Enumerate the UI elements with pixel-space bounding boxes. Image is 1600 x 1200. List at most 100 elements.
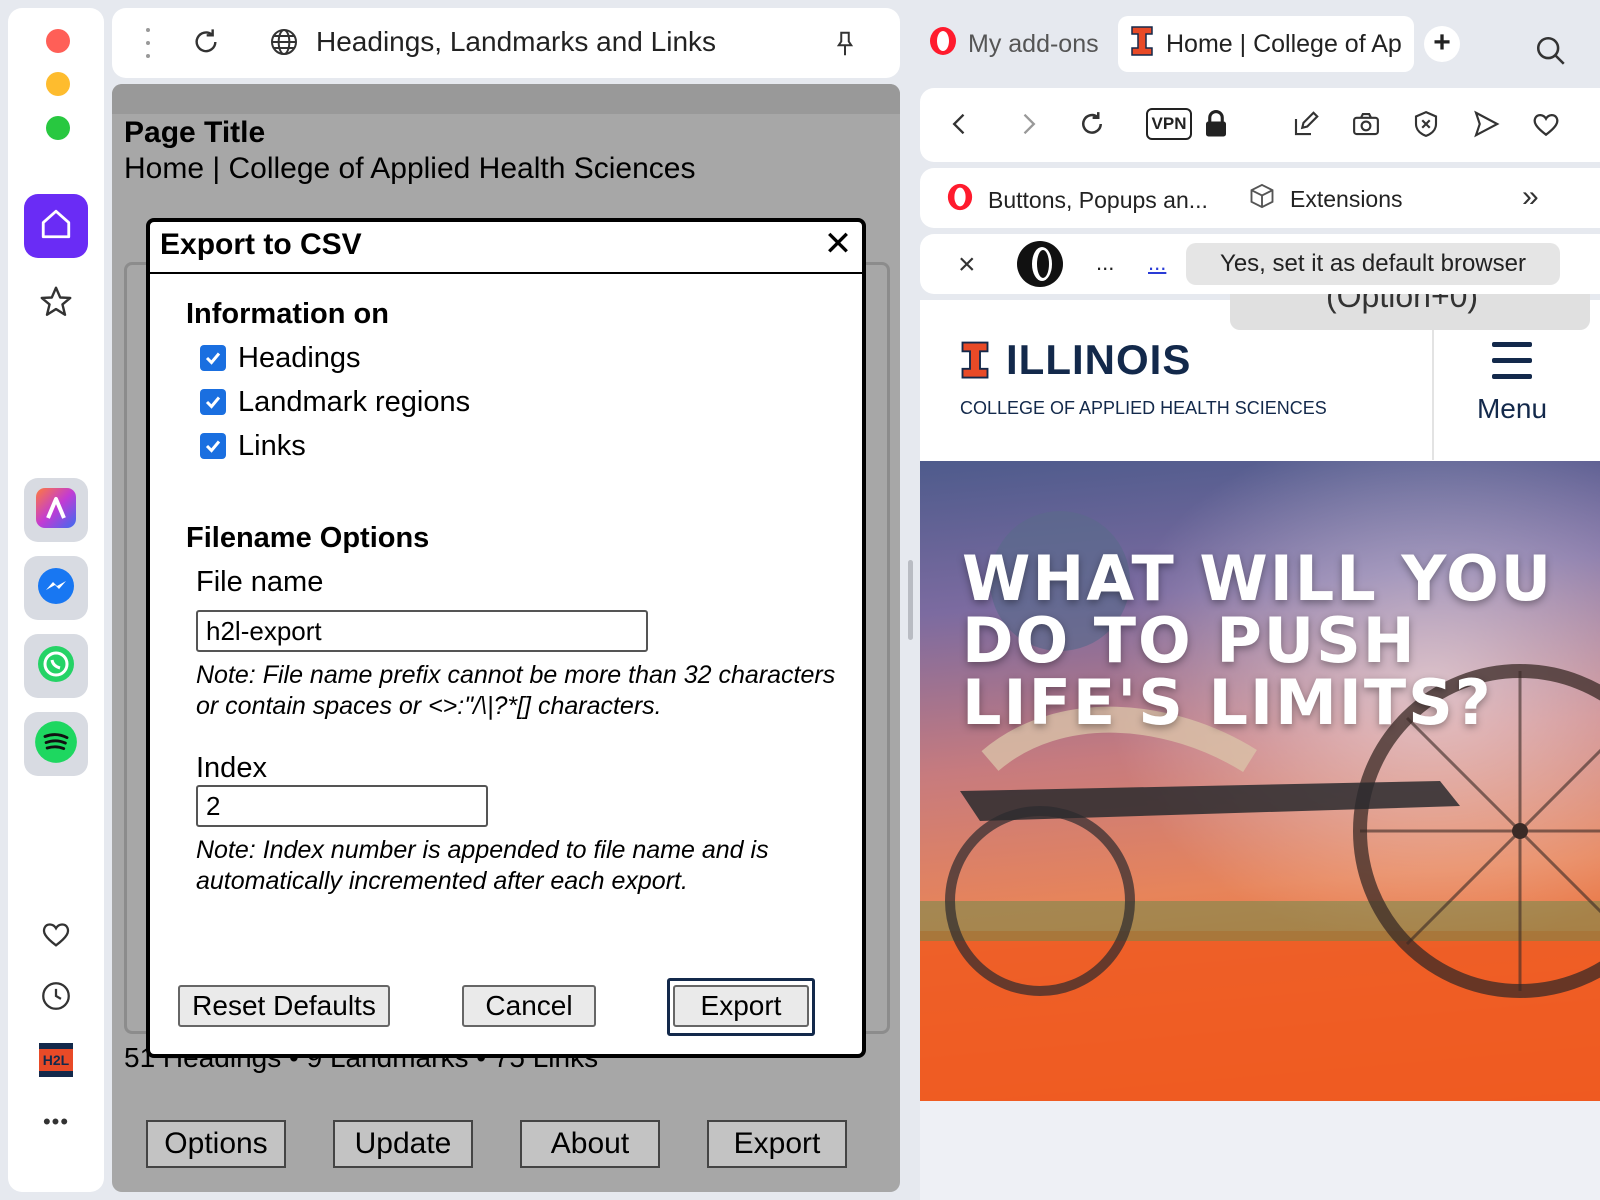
college-name[interactable]: COLLEGE OF APPLIED HEALTH SCIENCES xyxy=(960,398,1327,419)
forward-icon[interactable] xyxy=(1008,104,1048,144)
opera-o-icon xyxy=(1016,240,1064,293)
dialog-title-divider xyxy=(150,272,862,274)
checkbox-links-row[interactable]: Links xyxy=(200,428,306,464)
infobar-close-button[interactable]: × xyxy=(958,248,976,282)
reset-defaults-button[interactable]: Reset Defaults xyxy=(178,985,390,1027)
back-icon[interactable] xyxy=(940,104,980,144)
sidebar-item-home[interactable] xyxy=(24,194,88,258)
opera-logo-icon xyxy=(928,26,958,63)
panel-title: Headings, Landmarks and Links xyxy=(316,26,717,57)
messenger-icon xyxy=(36,566,76,611)
sidebar-item-messenger[interactable] xyxy=(24,556,88,620)
options-button[interactable]: Options xyxy=(146,1120,286,1168)
split-view-resize-handle[interactable] xyxy=(908,560,913,640)
hero-line-3: LIFE'S LIMITS? xyxy=(962,666,1493,739)
sidebar-item-spotify[interactable] xyxy=(24,712,88,776)
more-icon[interactable]: ••• xyxy=(36,1102,76,1142)
hamburger-icon xyxy=(1491,340,1533,387)
page-title-label: Page Title xyxy=(124,116,266,149)
zoom-window-button[interactable] xyxy=(46,116,70,140)
close-window-button[interactable] xyxy=(46,29,70,53)
file-name-note: Note: File name prefix cannot be more th… xyxy=(196,661,836,720)
aria-icon xyxy=(36,487,76,533)
filename-options-heading: Filename Options xyxy=(186,522,430,554)
illinois-block-i-logo[interactable] xyxy=(960,340,990,385)
tab-my-addons-label: My add-ons xyxy=(968,29,1099,58)
cancel-button[interactable]: Cancel xyxy=(462,985,596,1027)
hero-heading: WHAT WILL YOU DO TO PUSH LIFE'S LIMITS? xyxy=(962,548,1553,734)
tab-my-addons[interactable]: My add-ons xyxy=(928,16,1108,72)
sidebar-item-h2l[interactable]: H2L xyxy=(36,1040,76,1080)
menu-button[interactable]: Menu xyxy=(1472,340,1552,425)
update-button[interactable]: Update xyxy=(333,1120,473,1168)
cube-icon xyxy=(1248,182,1276,216)
heart-icon xyxy=(39,917,73,956)
index-label: Index xyxy=(196,752,267,784)
pin-icon[interactable] xyxy=(830,28,860,65)
send-icon[interactable] xyxy=(1466,104,1506,144)
clock-icon xyxy=(39,979,73,1018)
checkbox-landmarks-label: Landmark regions xyxy=(238,385,471,418)
tab-college-home[interactable]: Home | College of Ap xyxy=(1118,16,1414,72)
illinois-wordmark[interactable]: ILLINOIS xyxy=(1006,336,1191,384)
illinois-favicon-icon xyxy=(1130,25,1154,64)
infobar-link[interactable]: ... xyxy=(1148,250,1166,276)
shortcut-tooltip: (Option+0) xyxy=(1230,294,1590,330)
hero-line-2: DO TO PUSH xyxy=(962,604,1417,677)
reload-icon[interactable] xyxy=(1072,104,1112,144)
sidebar-item-aria[interactable] xyxy=(24,478,88,542)
star-icon xyxy=(38,284,74,325)
bookmarks-more-icon[interactable]: » xyxy=(1522,180,1539,214)
page-title-value: Home | College of Applied Health Science… xyxy=(124,152,696,185)
globe-icon xyxy=(268,26,300,63)
about-button[interactable]: About xyxy=(520,1120,660,1168)
checkbox-links-label: Links xyxy=(238,429,306,462)
sidebar-item-whatsapp[interactable] xyxy=(24,634,88,698)
search-tabs-icon[interactable] xyxy=(1534,34,1568,73)
panel-drag-handle-icon[interactable] xyxy=(138,28,158,58)
set-default-browser-button[interactable]: Yes, set it as default browser xyxy=(1186,243,1560,285)
panel-export-button[interactable]: Export xyxy=(707,1120,847,1168)
vpn-badge[interactable]: VPN xyxy=(1146,108,1192,140)
infobar-ellipsis: ... xyxy=(1096,250,1115,275)
file-name-input[interactable]: h2l-export xyxy=(196,610,648,652)
checkbox-landmarks[interactable] xyxy=(200,389,226,415)
checkbox-headings-label: Headings xyxy=(238,341,361,374)
checkbox-landmarks-row[interactable]: Landmark regions xyxy=(200,384,470,420)
adblock-shield-icon[interactable] xyxy=(1406,104,1446,144)
opera-logo-icon xyxy=(946,182,974,218)
checkbox-links[interactable] xyxy=(200,433,226,459)
tab-college-home-label: Home | College of Ap xyxy=(1166,29,1402,58)
sidebar-item-favorites[interactable] xyxy=(36,916,76,956)
hero-line-1: WHAT WILL YOU xyxy=(962,542,1554,615)
dialog-title: Export to CSV xyxy=(160,228,362,261)
checkbox-headings-row[interactable]: Headings xyxy=(200,340,361,376)
h2l-icon: H2L xyxy=(39,1043,73,1077)
header-divider xyxy=(1432,330,1434,460)
panel-reload-icon[interactable] xyxy=(190,26,222,63)
bookmark-buttons-popups-label: Buttons, Popups an... xyxy=(988,186,1208,213)
spotify-icon xyxy=(34,720,78,769)
whatsapp-icon xyxy=(36,644,76,689)
dialog-close-button[interactable]: ✕ xyxy=(820,226,856,262)
bookmark-extensions-label: Extensions xyxy=(1290,185,1403,212)
checkbox-headings[interactable] xyxy=(200,345,226,371)
dialog-export-button[interactable]: Export xyxy=(673,985,809,1027)
edit-icon[interactable] xyxy=(1286,104,1326,144)
camera-icon[interactable] xyxy=(1346,104,1386,144)
sidebar-item-speed-dial[interactable] xyxy=(36,284,76,324)
information-on-heading: Information on xyxy=(186,298,389,330)
index-input[interactable]: 2 xyxy=(196,785,488,827)
bookmark-extensions[interactable]: Extensions xyxy=(1248,182,1403,216)
panel-body-top xyxy=(112,84,900,114)
minimize-window-button[interactable] xyxy=(46,72,70,96)
favorite-heart-icon[interactable] xyxy=(1526,104,1566,144)
page-bottom-area xyxy=(920,1101,1600,1200)
bookmark-buttons-popups[interactable]: Buttons, Popups an... xyxy=(946,182,1208,218)
home-icon xyxy=(39,207,73,246)
lock-icon[interactable] xyxy=(1196,104,1236,144)
sidebar-item-history[interactable] xyxy=(36,978,76,1018)
new-tab-button[interactable]: + xyxy=(1424,26,1460,62)
index-note: Note: Index number is appended to file n… xyxy=(196,836,769,895)
shortcut-tooltip-text: (Option+0) xyxy=(1326,294,1479,314)
